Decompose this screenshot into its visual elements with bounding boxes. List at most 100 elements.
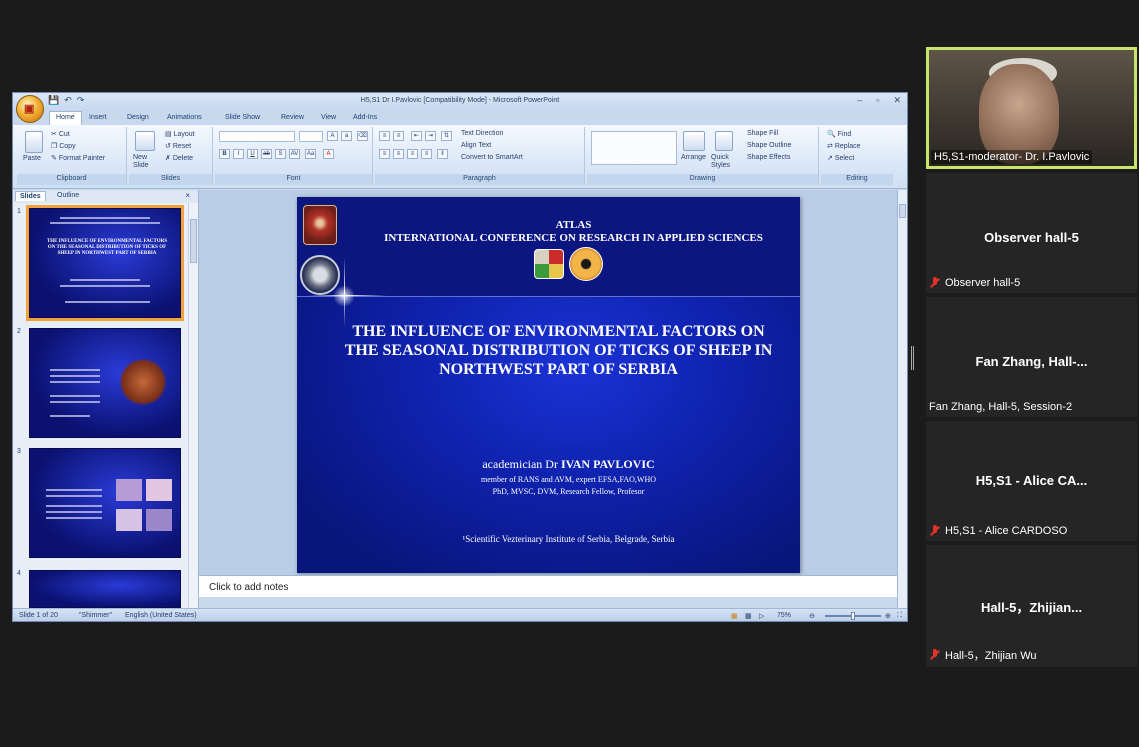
current-slide[interactable]: ATLAS INTERNATIONAL CONFERENCE ON RESEAR… <box>297 197 800 573</box>
layout-button[interactable]: ▤ Layout <box>165 130 195 138</box>
language-indicator[interactable]: English (United States) <box>125 612 197 619</box>
bold-icon[interactable]: B <box>219 149 230 159</box>
align-center-icon[interactable]: ≡ <box>393 149 404 159</box>
zoom-level[interactable]: 75% <box>777 612 791 619</box>
text-direction-button[interactable]: Text Direction <box>461 130 503 137</box>
increase-indent-icon[interactable]: ⇥ <box>425 131 436 141</box>
restore-icon[interactable]: ▫ <box>876 95 879 106</box>
convert-smartart-button[interactable]: Convert to SmartArt <box>461 154 523 161</box>
tab-review[interactable]: Review <box>275 113 310 122</box>
participant-tile[interactable]: Fan Zhang, Hall-... Fan Zhang, Hall-5, S… <box>926 297 1137 417</box>
font-name-field[interactable] <box>219 131 295 142</box>
tab-design[interactable]: Design <box>121 113 155 122</box>
slide-show-icon[interactable]: ▷ <box>759 612 764 620</box>
find-button[interactable]: 🔍 Find <box>827 130 851 138</box>
new-slide-icon[interactable] <box>135 131 155 151</box>
cut-button[interactable]: ✂ Cut <box>51 130 70 138</box>
scroll-thumb[interactable] <box>899 204 906 218</box>
underline-icon[interactable]: U <box>247 149 258 159</box>
active-speaker-video[interactable]: H5,S1-moderator- Dr. I.Pavlovic <box>926 47 1137 169</box>
line-spacing-icon[interactable]: ⇅ <box>441 131 452 141</box>
slide-header-band <box>297 197 800 297</box>
participant-label-text: H5,S1 - Alice CARDOSO <box>945 525 1068 537</box>
delete-button[interactable]: ✗ Delete <box>165 154 193 162</box>
align-left-icon[interactable]: ≡ <box>379 149 390 159</box>
quick-styles-icon[interactable] <box>715 131 733 151</box>
shape-fill-button[interactable]: Shape Fill <box>747 130 778 137</box>
font-size-field[interactable] <box>299 131 323 142</box>
arrange-icon[interactable] <box>683 131 705 151</box>
copy-button[interactable]: ❐ Copy <box>51 142 76 150</box>
justify-icon[interactable]: ≡ <box>421 149 432 159</box>
editor-scrollbar[interactable] <box>897 190 907 608</box>
numbering-icon[interactable]: ≡ <box>393 131 404 141</box>
participant-name: H5,S1 - Alice CA... <box>975 473 1088 488</box>
font-color-icon[interactable]: A <box>323 149 334 159</box>
normal-view-icon[interactable]: ▦ <box>731 612 738 620</box>
zoom-in-icon[interactable]: ⊕ <box>885 612 891 620</box>
replace-button[interactable]: ⇄ Replace <box>827 142 861 150</box>
scroll-thumb[interactable] <box>190 219 197 263</box>
tab-outline[interactable]: Outline <box>53 191 83 200</box>
spacing-icon[interactable]: AV <box>289 149 300 159</box>
close-icon[interactable]: ✕ <box>893 95 901 106</box>
tab-slides[interactable]: Slides <box>15 191 46 201</box>
participant-tile[interactable]: Observer hall-5 Observer hall-5 <box>926 173 1137 293</box>
shrink-font-icon[interactable]: a <box>341 131 352 141</box>
strikethrough-icon[interactable]: ab <box>261 149 272 159</box>
slide-sorter-icon[interactable]: ▦ <box>745 612 752 620</box>
fit-to-window-icon[interactable]: ⛶ <box>897 612 902 620</box>
align-right-icon[interactable]: ≡ <box>407 149 418 159</box>
slide-thumbnail-4[interactable] <box>29 570 181 608</box>
slide-thumbnail-1[interactable]: THE INFLUENCE OF ENVIRONMENTAL FACTORS O… <box>26 205 184 321</box>
tab-add-ins[interactable]: Add-Ins <box>347 113 383 122</box>
shape-effects-button[interactable]: Shape Effects <box>747 154 790 161</box>
pane-scrollbar[interactable] <box>188 203 198 608</box>
tab-view[interactable]: View <box>315 113 342 122</box>
panel-splitter[interactable] <box>911 346 914 370</box>
muted-mic-icon <box>929 277 941 289</box>
reset-button[interactable]: ↺ Reset <box>165 142 191 150</box>
powerpoint-window: H5,S1 Dr I.Pavlovic [Compatibility Mode]… <box>12 92 908 622</box>
format-painter-button[interactable]: ✎ Format Painter <box>51 154 105 162</box>
new-slide-button[interactable]: New Slide <box>133 154 161 170</box>
copy-label: Copy <box>59 143 76 150</box>
redo-icon[interactable]: ↷ <box>77 95 85 106</box>
columns-icon[interactable]: ‖ <box>437 149 448 159</box>
notes-pane[interactable]: Click to add notes <box>199 575 899 597</box>
minimize-icon[interactable]: – <box>857 95 862 106</box>
arrange-button[interactable]: Arrange <box>681 154 706 161</box>
italic-icon[interactable]: I <box>233 149 244 159</box>
change-case-icon[interactable]: Aa <box>305 149 316 159</box>
quick-styles-button[interactable]: Quick Styles <box>711 154 739 170</box>
tab-slide-show[interactable]: Slide Show <box>219 113 266 122</box>
layout-label: Layout <box>173 131 195 138</box>
align-text-button[interactable]: Align Text <box>461 142 491 149</box>
bullets-icon[interactable]: ≡ <box>379 131 390 141</box>
grow-font-icon[interactable]: A <box>327 131 338 141</box>
shadow-icon[interactable]: S <box>275 149 286 159</box>
slide-thumbnail-3[interactable] <box>29 448 181 558</box>
slide-thumbnail-2[interactable] <box>29 328 181 438</box>
paste-button[interactable]: Paste <box>23 155 41 162</box>
save-icon[interactable]: 💾 <box>48 95 59 106</box>
font-group: A a ⌫ B I U ab S AV Aa A Font <box>215 127 373 185</box>
tab-insert[interactable]: Insert <box>83 113 113 122</box>
author-degrees: PhD, MVSC, DVM, Research Fellow, Profeso… <box>492 487 645 496</box>
zoom-out-icon[interactable]: ⊖ <box>809 612 815 620</box>
decrease-indent-icon[interactable]: ⇤ <box>411 131 422 141</box>
office-button[interactable]: ▣ <box>16 95 44 123</box>
clear-format-icon[interactable]: ⌫ <box>357 131 368 141</box>
undo-icon[interactable]: ↶ <box>64 95 72 106</box>
close-pane-icon[interactable]: × <box>185 191 190 200</box>
tab-home[interactable]: Home <box>49 111 82 125</box>
shapes-gallery[interactable] <box>591 131 677 165</box>
shape-outline-button[interactable]: Shape Outline <box>747 142 791 149</box>
participant-tile[interactable]: H5,S1 - Alice CA... H5,S1 - Alice CARDOS… <box>926 421 1137 541</box>
select-button[interactable]: ↗ Select <box>827 154 854 162</box>
notes-placeholder: Click to add notes <box>209 582 289 593</box>
tab-animations[interactable]: Animations <box>161 113 208 122</box>
zoom-slider-thumb[interactable] <box>851 612 855 620</box>
paste-icon[interactable] <box>25 131 43 153</box>
participant-tile[interactable]: Hall-5，Zhijian... Hall-5，Zhijian Wu <box>926 545 1137 667</box>
